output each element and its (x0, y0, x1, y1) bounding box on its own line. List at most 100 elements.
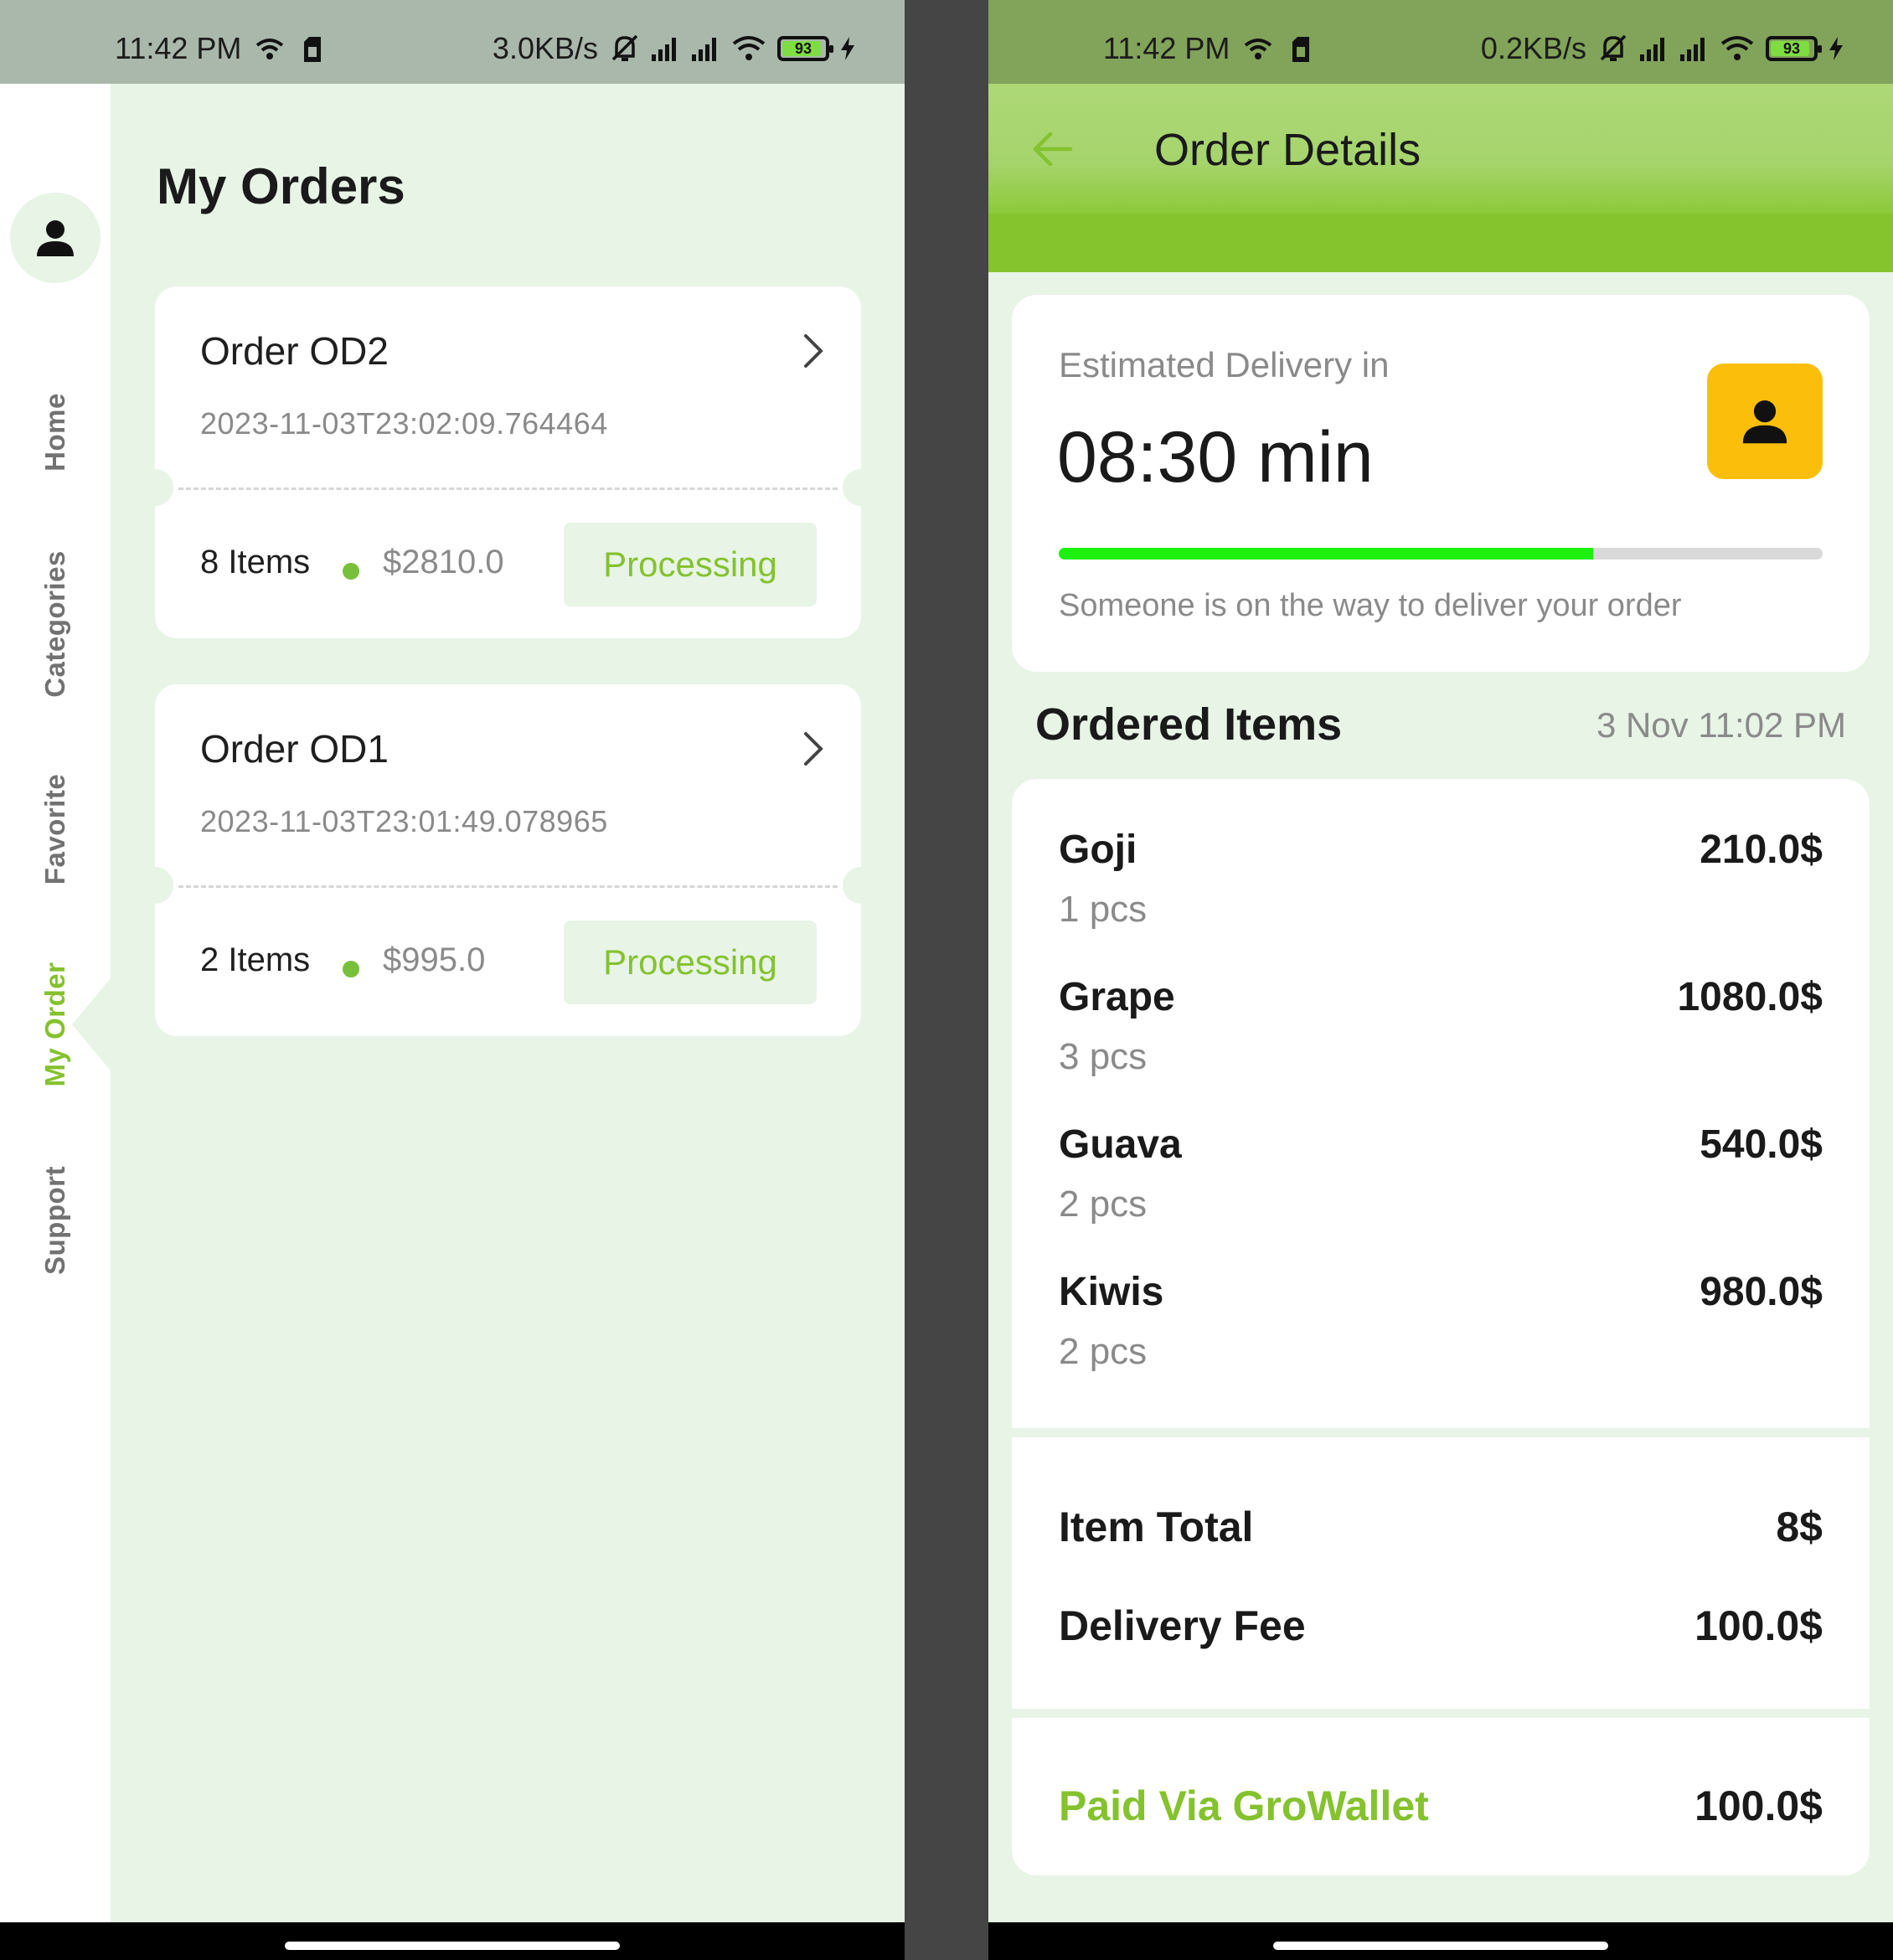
item-price: 540.0$ (1700, 1122, 1823, 1167)
item-total-value: 8$ (1776, 1504, 1823, 1550)
order-totals: Item Total 8$ Delivery Fee 100.0$ (1012, 1437, 1870, 1709)
list-item: Grape 3 pcs 1080.0$ (1059, 974, 1823, 1122)
nav-item-categories[interactable]: Categories (39, 550, 71, 698)
order-date: 3 Nov 11:02 PM (1596, 705, 1846, 745)
wifi-icon (255, 39, 284, 59)
nav-item-support[interactable]: Support (39, 1166, 71, 1275)
ticket-notch (137, 469, 173, 506)
battery-percent: 93 (794, 39, 812, 57)
mute-icon (1600, 34, 1627, 61)
order-price: $2810.0 (383, 544, 504, 580)
delivery-fee-label: Delivery Fee (1059, 1602, 1306, 1649)
status-bar: 11:42 PM 0.2KB/s 93 (988, 0, 1893, 84)
app-bar (988, 84, 1893, 214)
item-quantity: 2 pcs (1059, 1184, 1148, 1225)
signal-icon (652, 38, 676, 61)
item-total-label: Item Total (1059, 1504, 1254, 1550)
home-gesture-handle[interactable] (285, 1942, 620, 1950)
order-item-count: 8 Items (200, 544, 311, 580)
wifi-icon (1244, 39, 1272, 59)
item-price: 980.0$ (1700, 1270, 1823, 1314)
my-orders-screen: 11:42 PM 3.0KB/s 93 Home Categories Favo… (0, 0, 905, 1960)
item-name: Goji (1059, 828, 1137, 872)
list-item: Kiwis 2 pcs 980.0$ (1059, 1269, 1823, 1416)
delivery-fee-row: Delivery Fee 100.0$ (1059, 1602, 1823, 1650)
dashed-divider (178, 885, 838, 888)
status-left-icons (1244, 37, 1311, 62)
sim-icon (304, 37, 321, 62)
charging-icon (1829, 37, 1843, 60)
chevron-right-icon[interactable] (794, 730, 831, 767)
network-speed: 3.0KB/s (492, 31, 598, 65)
page-title: Order Details (1154, 125, 1421, 175)
item-price: 210.0$ (1700, 828, 1823, 872)
order-name: Order OD1 (200, 727, 389, 771)
chevron-right-icon[interactable] (794, 333, 831, 369)
person-icon (1742, 400, 1787, 444)
item-quantity: 3 pcs (1059, 1036, 1148, 1077)
estimated-delivery-label: Estimated Delivery in (1059, 345, 1390, 384)
ticket-notch (843, 469, 879, 506)
person-icon (37, 220, 74, 256)
status-badge: Processing (564, 921, 817, 1004)
active-nav-indicator (72, 978, 111, 1070)
status-badge: Processing (564, 523, 817, 606)
item-name: Kiwis (1059, 1270, 1164, 1314)
order-date: 2023-11-03T23:02:09.764464 (200, 406, 608, 441)
battery-icon: 93 (777, 36, 833, 61)
payment-method-label: Paid Via GroWallet (1059, 1782, 1429, 1829)
app-bar-strip (988, 214, 1893, 272)
nav-item-my-order[interactable]: My Order (39, 962, 71, 1087)
battery-percent: 93 (1782, 39, 1801, 57)
back-arrow-icon[interactable] (1029, 126, 1075, 173)
order-price: $995.0 (383, 941, 486, 978)
delivery-status-note: Someone is on the way to deliver your or… (1059, 588, 1682, 623)
signal-icon (692, 38, 716, 61)
list-item: Goji 1 pcs 210.0$ (1059, 827, 1823, 974)
home-gesture-handle[interactable] (1273, 1942, 1608, 1950)
charging-icon (841, 37, 854, 60)
status-right-icons: 3.0KB/s 93 (493, 34, 854, 64)
signal-icon (1640, 38, 1664, 61)
delivery-estimate-card: Estimated Delivery in 08:30 min Someone … (1012, 295, 1870, 672)
sim-icon (1292, 37, 1309, 62)
mute-icon (611, 34, 638, 61)
order-card[interactable]: Order OD1 2023-11-03T23:01:49.078965 2 I… (137, 684, 879, 1036)
nav-item-home[interactable]: Home (39, 393, 71, 472)
network-speed: 0.2KB/s (1480, 31, 1586, 65)
estimated-delivery-time: 08:30 min (1057, 417, 1374, 498)
delivery-progress-fill (1059, 548, 1594, 560)
system-nav-bar (988, 1922, 1893, 1960)
page-title: My Orders (157, 158, 405, 214)
item-quantity: 2 pcs (1059, 1331, 1148, 1372)
ordered-items-title: Ordered Items (1035, 699, 1343, 750)
status-bar: 11:42 PM 3.0KB/s 93 (0, 0, 905, 84)
item-name: Grape (1059, 975, 1175, 1019)
nav-item-favorite[interactable]: Favorite (39, 774, 71, 885)
delivery-progress-bar (1059, 548, 1823, 560)
separator-dot (343, 563, 359, 580)
status-time: 11:42 PM (115, 31, 242, 65)
order-name: Order OD2 (200, 329, 389, 373)
item-name: Guava (1059, 1122, 1182, 1167)
item-price: 1080.0$ (1677, 975, 1823, 1019)
payment-amount: 100.0$ (1694, 1782, 1823, 1829)
status-left-icons (255, 37, 322, 62)
list-item: Guava 2 pcs 540.0$ (1059, 1122, 1823, 1269)
status-right-icons: 0.2KB/s 93 (1481, 34, 1843, 64)
system-nav-bar (0, 1922, 905, 1960)
order-item-count: 2 Items (200, 941, 311, 978)
separator-dot (343, 961, 359, 977)
delivery-fee-value: 100.0$ (1694, 1602, 1823, 1649)
order-card[interactable]: Order OD2 2023-11-03T23:02:09.764464 8 I… (137, 286, 879, 638)
payment-summary: Paid Via GroWallet 100.0$ (1012, 1718, 1870, 1875)
profile-avatar[interactable] (10, 193, 101, 283)
dashed-divider (178, 487, 838, 490)
ordered-items-list: Goji 1 pcs 210.0$ Grape 3 pcs 1080.0$ Gu… (1012, 779, 1870, 1428)
courier-avatar[interactable] (1707, 364, 1823, 479)
ticket-notch (137, 867, 173, 904)
ticket-notch (843, 867, 879, 904)
item-total-row: Item Total 8$ (1059, 1503, 1823, 1551)
status-time: 11:42 PM (1103, 31, 1230, 65)
signal-icon (1680, 38, 1705, 61)
